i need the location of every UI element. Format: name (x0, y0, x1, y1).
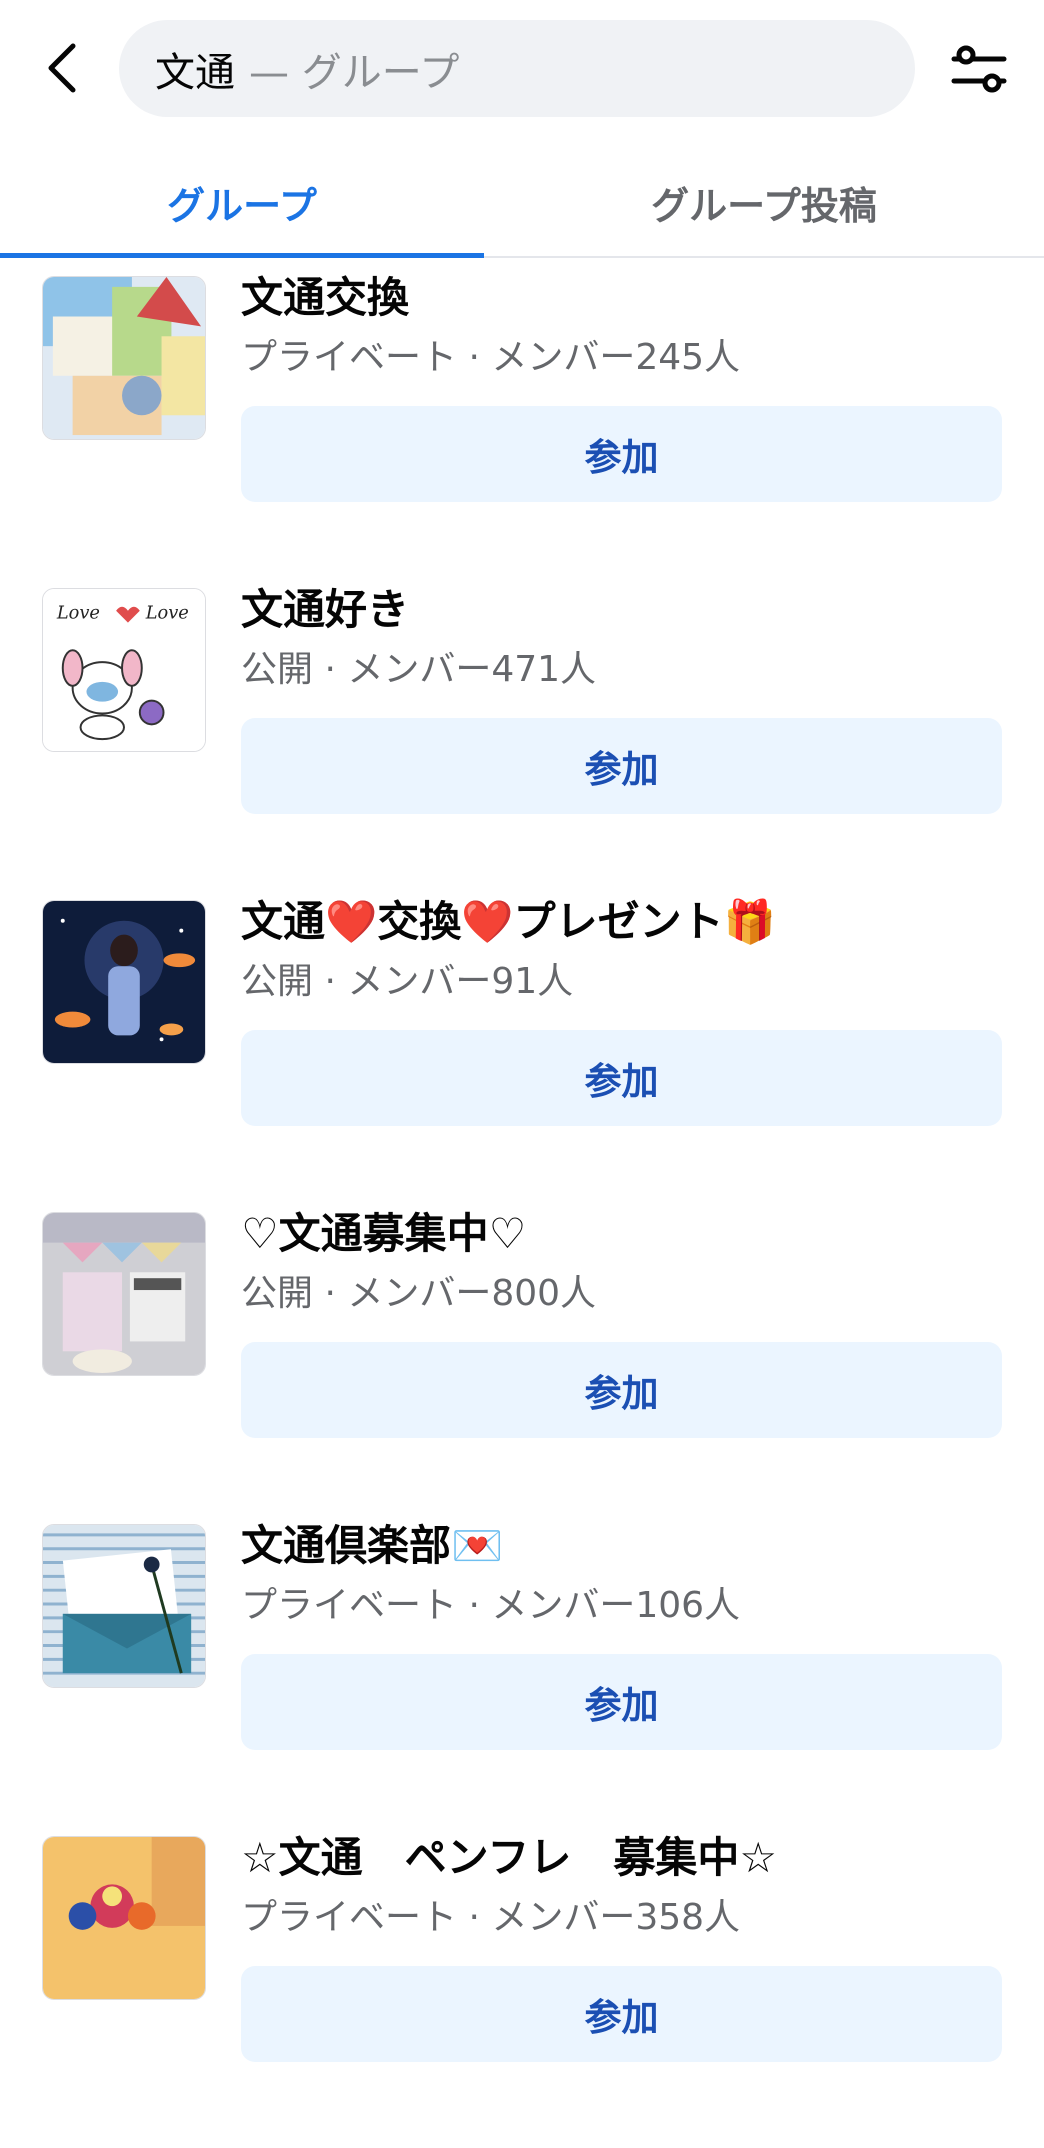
group-name[interactable]: 文通倶楽部💌 (241, 1518, 503, 1574)
group-item[interactable]: 文通交換 プライベート · メンバー245人 参加 (0, 273, 1044, 588)
group-thumbnail[interactable] (42, 1212, 206, 1376)
tab-group-posts[interactable]: グループ投稿 (524, 150, 1004, 254)
filter-button[interactable] (948, 40, 1010, 98)
group-meta: プライベート · メンバー358人 (241, 1897, 741, 1938)
tab-bar: グループ グループ投稿 (0, 150, 1044, 258)
group-meta: プライベート · メンバー106人 (241, 1585, 741, 1626)
top-bar: 文通 — グループ (0, 0, 1044, 130)
group-meta: 公開 · メンバー91人 (241, 961, 574, 1002)
tab-groups[interactable]: グループ (0, 150, 484, 258)
group-thumbnail[interactable] (42, 276, 206, 440)
group-thumbnail[interactable] (42, 1836, 206, 2000)
group-name[interactable]: 文通❤️交換❤️プレゼント🎁 (241, 894, 776, 950)
group-meta: プライベート · メンバー245人 (241, 337, 741, 378)
svg-text:Love: Love (56, 603, 100, 624)
filter-sliders-icon (951, 45, 1007, 93)
join-button[interactable]: 参加 (241, 1654, 1002, 1750)
back-button[interactable] (36, 36, 88, 100)
group-meta: 公開 · メンバー471人 (241, 649, 597, 690)
join-button[interactable]: 参加 (241, 406, 1002, 502)
group-meta: 公開 · メンバー800人 (241, 1273, 597, 1314)
group-item[interactable]: Love Love 文通好き 公開 · メンバー471人 参加 (0, 585, 1044, 900)
join-button[interactable]: 参加 (241, 718, 1002, 814)
search-query: 文通 (155, 49, 235, 96)
search-input[interactable]: 文通 — グループ (119, 20, 915, 117)
group-name[interactable]: ♡文通募集中♡ (241, 1206, 526, 1262)
group-thumbnail[interactable] (42, 900, 206, 1064)
svg-text:Love: Love (145, 603, 189, 624)
join-button[interactable]: 参加 (241, 1966, 1002, 2062)
group-name[interactable]: 文通好き (241, 582, 409, 638)
group-item[interactable]: ☆文通 ペンフレ 募集中☆ プライベート · メンバー358人 参加 (0, 1833, 1044, 2148)
group-item[interactable]: ♡文通募集中♡ 公開 · メンバー800人 参加 (0, 1209, 1044, 1524)
group-name[interactable]: 文通交換 (241, 270, 409, 326)
group-item[interactable]: 文通倶楽部💌 プライベート · メンバー106人 参加 (0, 1521, 1044, 1836)
group-thumbnail[interactable]: Love Love (42, 588, 206, 752)
join-button[interactable]: 参加 (241, 1342, 1002, 1438)
back-arrow-icon (48, 43, 76, 93)
join-button[interactable]: 参加 (241, 1030, 1002, 1126)
group-thumbnail[interactable] (42, 1524, 206, 1688)
group-item[interactable]: 文通❤️交換❤️プレゼント🎁 公開 · メンバー91人 参加 (0, 897, 1044, 1212)
group-name[interactable]: ☆文通 ペンフレ 募集中☆ (241, 1830, 777, 1886)
search-scope: — グループ (249, 49, 460, 96)
